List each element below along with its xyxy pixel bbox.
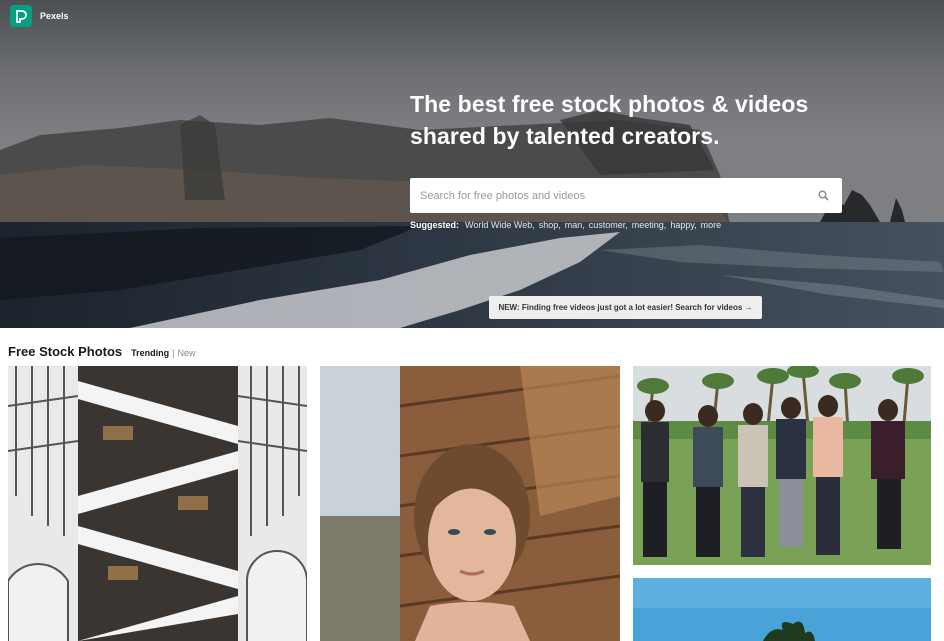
photo-filters: Trending | New xyxy=(131,348,195,358)
filter-separator: | xyxy=(172,348,175,358)
videos-notice-button[interactable]: NEW: Finding free videos just got a lot … xyxy=(489,296,762,319)
group-of-men-photo-image xyxy=(633,366,931,565)
escalators-photo-image xyxy=(8,366,307,641)
hero-overlay xyxy=(0,0,944,328)
search-icon[interactable] xyxy=(816,189,830,203)
woman-portrait-photo-image xyxy=(320,366,620,641)
suggested-link-shop[interactable]: shop, xyxy=(539,220,561,230)
filter-trending[interactable]: Trending xyxy=(131,348,169,358)
suggested-link-meeting[interactable]: meeting, xyxy=(632,220,667,230)
suggested-link-customer[interactable]: customer, xyxy=(589,220,628,230)
search-bar xyxy=(410,178,842,213)
suggested-searches: Suggested: World Wide Web, shop, man, cu… xyxy=(410,220,721,230)
hero-banner: Pexels The best free stock photos & vide… xyxy=(0,0,944,328)
palm-tree-photo-image xyxy=(633,578,931,641)
suggested-link-world-wide-web[interactable]: World Wide Web, xyxy=(465,220,535,230)
hero-headline: The best free stock photos & videos shar… xyxy=(410,91,809,149)
section-title: Free Stock Photos xyxy=(8,344,123,359)
photo-card-palm-tree[interactable] xyxy=(633,578,931,641)
brand-link[interactable]: Pexels xyxy=(10,5,69,27)
suggested-label: Suggested: xyxy=(410,220,460,230)
photo-card-escalators[interactable] xyxy=(8,366,307,641)
suggested-link-happy[interactable]: happy, xyxy=(670,220,696,230)
search-input[interactable] xyxy=(420,189,816,202)
pexels-logo-icon xyxy=(10,5,32,27)
suggested-link-more[interactable]: more xyxy=(701,220,722,230)
filter-new[interactable]: New xyxy=(177,348,195,358)
brand-name: Pexels xyxy=(40,11,69,21)
photo-card-woman-portrait[interactable] xyxy=(320,366,620,641)
suggested-link-man[interactable]: man, xyxy=(565,220,585,230)
photo-card-group-of-men[interactable] xyxy=(633,366,931,565)
section-header: Free Stock Photos Trending | New xyxy=(8,344,196,359)
